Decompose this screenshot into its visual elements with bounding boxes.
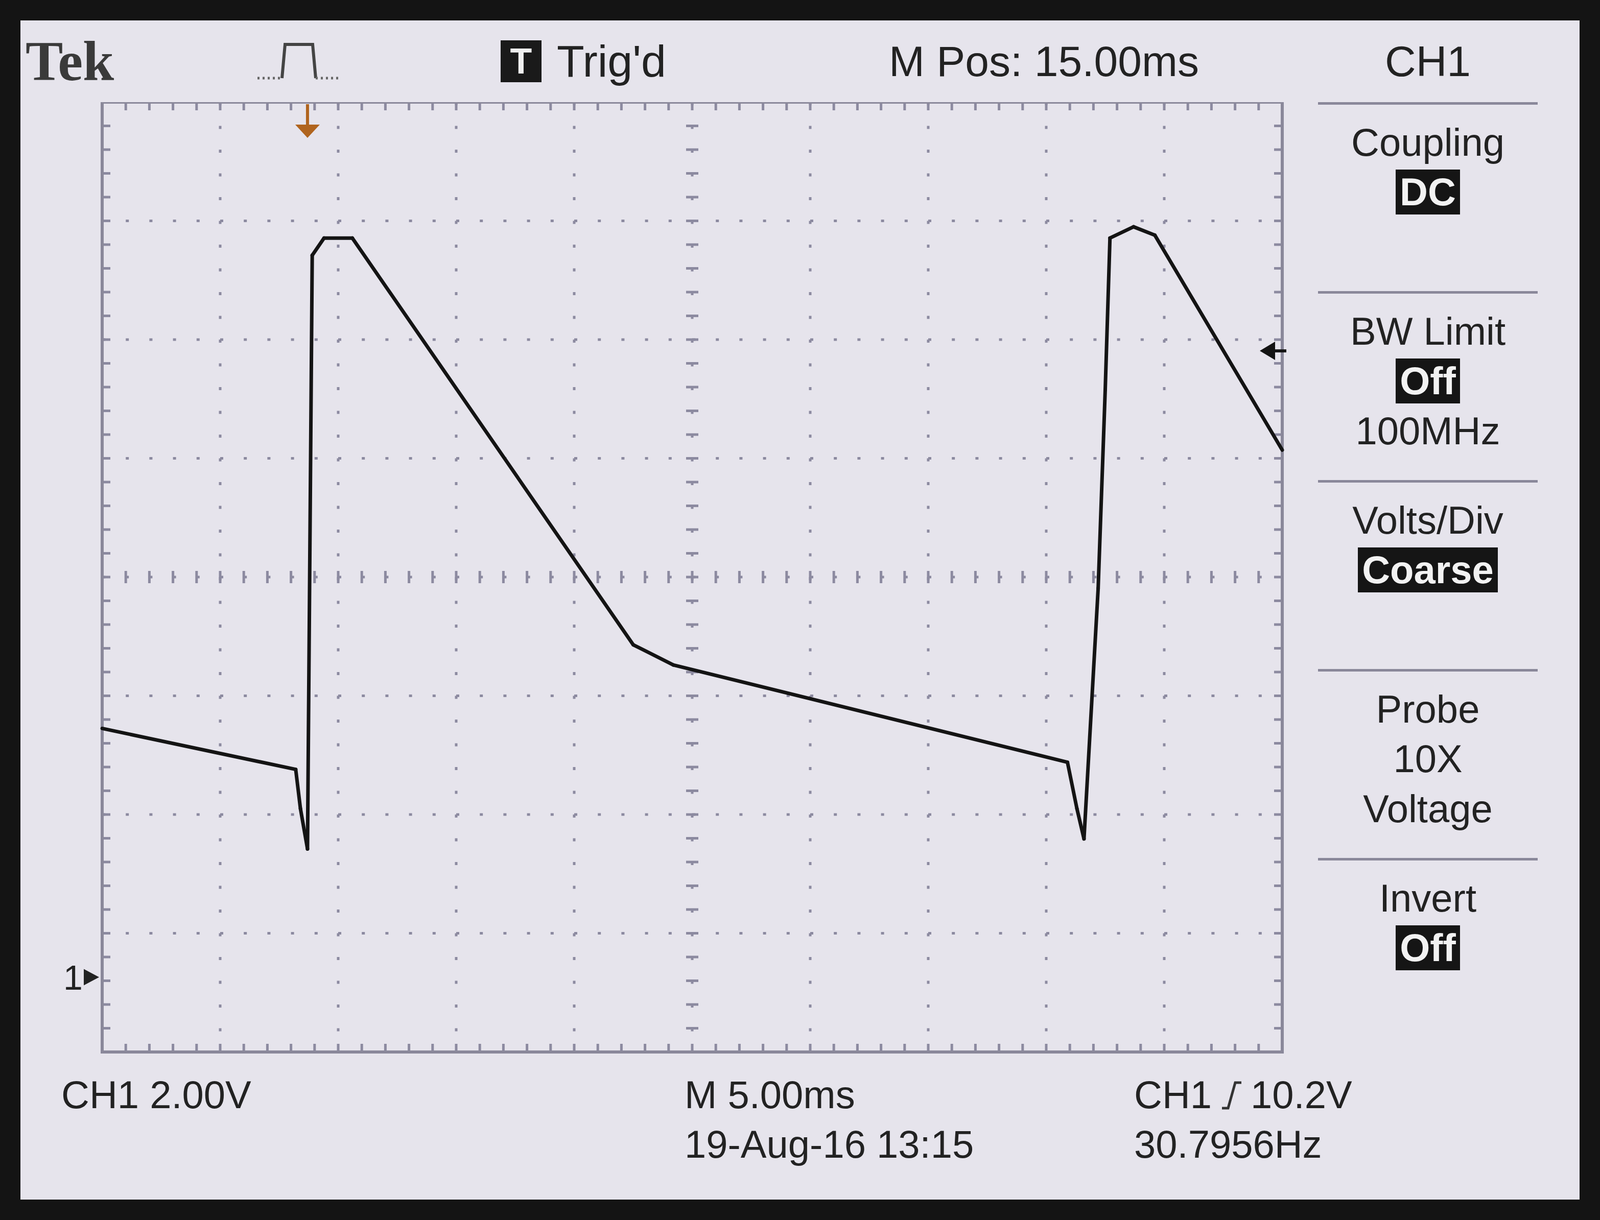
- trace-segment: [1110, 226, 1134, 239]
- trigger-badge: T: [500, 40, 542, 83]
- menu-item[interactable]: InvertOff: [1318, 858, 1538, 1048]
- menu-value: 10X: [1389, 736, 1467, 782]
- oscilloscope: TekTTrig'dM Pos: 15.00msCH11CouplingDCBW…: [0, 0, 1600, 1220]
- trace-segment: [633, 645, 674, 666]
- trace-segment: [352, 238, 634, 645]
- trace-segment: [1133, 226, 1156, 235]
- trace-segment: [1098, 389, 1106, 589]
- trigger-position-icon: [295, 104, 320, 138]
- menu-item[interactable]: Volts/DivCoarse: [1318, 480, 1538, 670]
- svg-text:1: 1: [63, 958, 83, 998]
- trace-segment: [307, 255, 313, 850]
- menu-value: Off: [1395, 925, 1461, 971]
- ch1-trace: [102, 226, 1283, 850]
- trace-segment: [295, 769, 301, 810]
- menu-label: Probe: [1376, 687, 1480, 732]
- trace-segment: [673, 665, 1068, 763]
- graticule: [102, 102, 1283, 1053]
- timebase: M 5.00ms: [684, 1072, 1135, 1118]
- brand-logo: Tek: [25, 33, 114, 90]
- ground-marker: 1: [63, 958, 100, 998]
- channel-scale: CH1 2.00V: [61, 1072, 685, 1118]
- trace-segment: [102, 728, 296, 770]
- rising-edge-icon: [1219, 1078, 1243, 1112]
- trigger-status: TTrig'd: [500, 38, 889, 84]
- screen: TekTTrig'dM Pos: 15.00msCH11CouplingDCBW…: [20, 20, 1580, 1200]
- side-menu: CouplingDCBW LimitOff100MHzVolts/DivCoar…: [1318, 102, 1538, 1068]
- status-bar: CH1 2.00VM 5.00msCH110.2V19-Aug-16 13:15…: [20, 1067, 1580, 1168]
- trigger-level-icon: [1259, 341, 1287, 361]
- datetime: 19-Aug-16 13:15: [684, 1122, 1135, 1167]
- trace-segment: [1155, 234, 1283, 451]
- trace-segment: [312, 238, 324, 256]
- menu-item[interactable]: CouplingDC: [1318, 102, 1538, 292]
- menu-label: Invert: [1379, 876, 1477, 921]
- menu-item[interactable]: BW LimitOff100MHz: [1318, 291, 1538, 481]
- menu-value: Coarse: [1357, 547, 1498, 593]
- menu-value: Voltage: [1358, 786, 1497, 832]
- top-bar: Tek TTrig'dM Pos: 15.00ms CH1: [20, 20, 1580, 103]
- trace-segment: [1067, 762, 1077, 810]
- trace-segment: [1105, 238, 1111, 390]
- menu-label: Volts/Div: [1352, 498, 1504, 543]
- main-position: M Pos: 15.00ms: [888, 39, 1199, 83]
- menu-item[interactable]: Probe10XVoltage: [1318, 669, 1538, 859]
- menu-value: 100MHz: [1351, 408, 1505, 454]
- trace-segment: [323, 236, 352, 241]
- menu-value: DC: [1395, 169, 1461, 215]
- waveform-chart: 1: [56, 102, 1303, 1068]
- trace-segment: [1084, 588, 1099, 840]
- menu-title: CH1: [1384, 39, 1471, 83]
- trigger-readout: CH110.2V: [1134, 1072, 1580, 1118]
- menu-label: Coupling: [1351, 120, 1505, 165]
- menu-label: BW Limit: [1350, 309, 1506, 354]
- trigger-type-icon: [255, 38, 343, 85]
- frequency: 30.7956Hz: [1134, 1122, 1580, 1167]
- main-area: 1CouplingDCBW LimitOff100MHzVolts/DivCoa…: [20, 102, 1580, 1068]
- menu-value: Off: [1395, 358, 1461, 404]
